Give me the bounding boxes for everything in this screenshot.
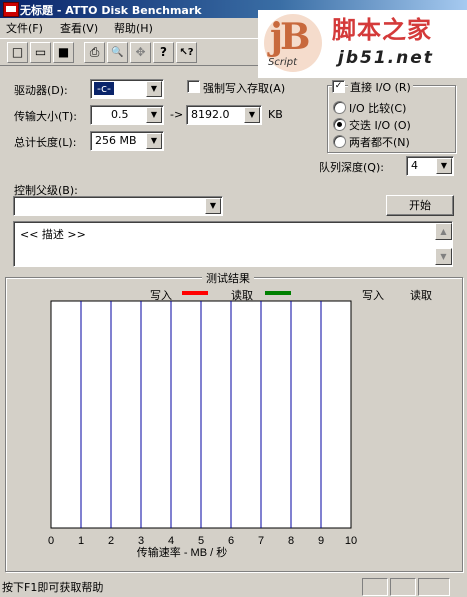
status-text: 按下F1即可获取帮助 — [2, 581, 104, 594]
chart-x-tick-label: 0 — [48, 535, 54, 547]
chart-x-tick-label: 4 — [168, 535, 174, 547]
chart-x-tick-label: 3 — [138, 535, 144, 547]
results-chart: 0 1 2 3 4 5 6 7 8 9 10 传输速率 - MB / 秒 — [48, 300, 357, 559]
status-pane-1 — [362, 578, 388, 596]
chart-x-tick-label: 10 — [345, 535, 357, 547]
chart-x-tick-label: 2 — [108, 535, 114, 547]
chart-x-tick-label: 5 — [198, 535, 204, 547]
chart-x-tick-label: 1 — [78, 535, 84, 547]
chart-x-tick-label: 7 — [258, 535, 264, 547]
status-pane-3 — [418, 578, 450, 596]
chart-x-axis-label: 传输速率 - MB / 秒 — [137, 545, 227, 559]
chart-x-tick-label: 9 — [318, 535, 324, 547]
chart-x-tick-label: 8 — [288, 535, 294, 547]
chart-x-tick-label: 6 — [228, 535, 234, 547]
status-bar: 按下F1即可获取帮助 — [0, 575, 467, 597]
status-pane-2 — [390, 578, 416, 596]
